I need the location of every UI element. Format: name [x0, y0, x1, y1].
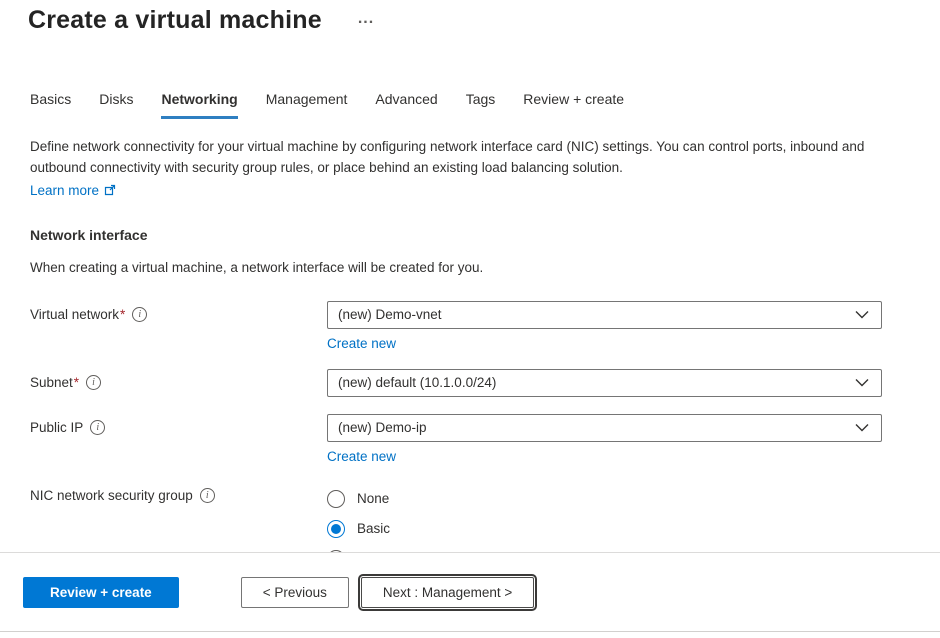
subnet-value: (new) default (10.1.0.0/24)	[338, 375, 496, 390]
tab-review-create[interactable]: Review + create	[523, 91, 624, 119]
subnet-dropdown[interactable]: (new) default (10.1.0.0/24)	[327, 369, 882, 397]
virtual-network-create-new-link[interactable]: Create new	[327, 336, 396, 351]
tab-disks[interactable]: Disks	[99, 91, 133, 119]
public-ip-create-new-link[interactable]: Create new	[327, 449, 396, 464]
nsg-option-basic[interactable]: Basic	[327, 514, 882, 544]
previous-button[interactable]: < Previous	[241, 577, 349, 608]
virtual-network-row: Virtual network* i (new) Demo-vnet Creat…	[30, 301, 940, 351]
nic-nsg-label: NIC network security group	[30, 488, 193, 503]
virtual-network-value: (new) Demo-vnet	[338, 307, 442, 322]
nsg-option-none[interactable]: None	[327, 484, 882, 514]
learn-more-link[interactable]: Learn more	[30, 182, 116, 199]
main-content: Basics Disks Networking Management Advan…	[0, 35, 940, 587]
wizard-tabs: Basics Disks Networking Management Advan…	[30, 91, 940, 119]
info-icon[interactable]: i	[86, 375, 101, 390]
public-ip-value: (new) Demo-ip	[338, 420, 427, 435]
nsg-option-basic-label: Basic	[357, 521, 390, 536]
page-title: Create a virtual machine	[28, 6, 322, 35]
info-icon[interactable]: i	[90, 420, 105, 435]
required-indicator: *	[120, 307, 125, 322]
tab-advanced[interactable]: Advanced	[375, 91, 437, 119]
tab-networking[interactable]: Networking	[161, 91, 237, 119]
chevron-down-icon	[855, 375, 869, 390]
tab-management[interactable]: Management	[266, 91, 348, 119]
subnet-label-group: Subnet* i	[30, 369, 327, 390]
radio-button-none[interactable]	[327, 490, 345, 508]
nic-nsg-label-group: NIC network security group i	[30, 482, 327, 503]
more-options-button[interactable]: ...	[358, 10, 374, 28]
virtual-network-label-group: Virtual network* i	[30, 301, 327, 322]
learn-more-label[interactable]: Learn more	[30, 183, 99, 198]
tab-basics[interactable]: Basics	[30, 91, 71, 119]
review-create-button[interactable]: Review + create	[23, 577, 179, 608]
subnet-row: Subnet* i (new) default (10.1.0.0/24)	[30, 369, 940, 397]
info-icon[interactable]: i	[132, 307, 147, 322]
section-title-network-interface: Network interface	[30, 227, 940, 243]
external-link-icon	[104, 184, 116, 199]
wizard-footer: Review + create < Previous Next : Manage…	[0, 552, 940, 632]
public-ip-dropdown[interactable]: (new) Demo-ip	[327, 414, 882, 442]
page-header: Create a virtual machine ...	[0, 0, 940, 35]
public-ip-label: Public IP	[30, 420, 83, 435]
subnet-label: Subnet*	[30, 375, 79, 390]
virtual-network-dropdown[interactable]: (new) Demo-vnet	[327, 301, 882, 329]
section-subtitle: When creating a virtual machine, a netwo…	[30, 260, 940, 275]
public-ip-label-group: Public IP i	[30, 414, 327, 435]
public-ip-row: Public IP i (new) Demo-ip Create new	[30, 414, 940, 464]
networking-description: Define network connectivity for your vir…	[30, 136, 892, 179]
tab-tags[interactable]: Tags	[466, 91, 496, 119]
info-icon[interactable]: i	[200, 488, 215, 503]
networking-form: Virtual network* i (new) Demo-vnet Creat…	[30, 301, 940, 574]
required-indicator: *	[74, 375, 79, 390]
next-management-button[interactable]: Next : Management >	[361, 577, 534, 608]
chevron-down-icon	[855, 420, 869, 435]
chevron-down-icon	[855, 307, 869, 322]
nsg-option-none-label: None	[357, 491, 389, 506]
radio-button-basic[interactable]	[327, 520, 345, 538]
virtual-network-label: Virtual network*	[30, 307, 125, 322]
